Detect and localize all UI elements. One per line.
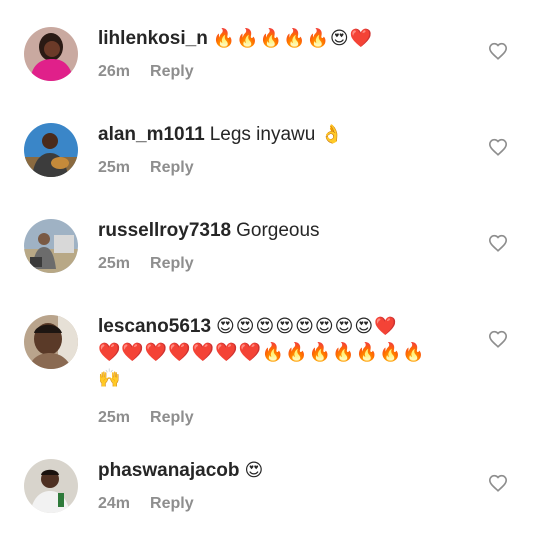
comment-meta: 24m Reply <box>98 494 466 514</box>
comment-username[interactable]: lescano5613 <box>98 316 211 337</box>
avatar-man-selfie-icon <box>24 315 78 369</box>
comment-text: Gorgeous <box>236 220 320 241</box>
comment-emoji-line2: ❤️❤️❤️❤️❤️❤️❤️🔥🔥🔥🔥🔥🔥🔥 <box>98 342 426 363</box>
comment-username[interactable]: russellroy7318 <box>98 220 231 241</box>
like-button[interactable] <box>488 474 510 494</box>
comment-emoji-line3: 🙌 <box>98 368 122 389</box>
like-button[interactable] <box>488 330 510 350</box>
comment-emoji: 👌 <box>320 124 345 145</box>
comment-emoji: 😍😍😍😍😍😍😍😍❤️ <box>216 316 398 337</box>
reply-button[interactable]: Reply <box>150 255 194 272</box>
avatar[interactable] <box>24 27 78 81</box>
like-button[interactable] <box>488 138 510 158</box>
comment-timestamp: 26m <box>98 63 131 80</box>
like-button[interactable] <box>488 234 510 254</box>
avatar[interactable] <box>24 315 78 369</box>
comment-username[interactable]: lihlenkosi_n <box>98 28 208 49</box>
comments-list: lihlenkosi_n 🔥🔥🔥🔥🔥😍❤️ 26m Reply alan_m10… <box>0 0 540 547</box>
comment-emoji: 🔥🔥🔥🔥🔥😍❤️ <box>212 28 374 49</box>
heart-outline-icon <box>488 330 508 348</box>
comment-timestamp: 25m <box>98 255 131 272</box>
comment-meta: 25m Reply <box>98 408 466 428</box>
heart-outline-icon <box>488 42 508 60</box>
avatar-man-blue-background-icon <box>24 123 78 177</box>
comment-emoji: 😍 <box>244 460 265 481</box>
reply-button[interactable]: Reply <box>150 159 194 176</box>
avatar[interactable] <box>24 459 78 513</box>
comment-meta: 26m Reply <box>98 62 466 82</box>
comment-meta: 25m Reply <box>98 158 466 178</box>
avatar-outdoor-photo-icon <box>24 219 78 273</box>
comment-timestamp: 25m <box>98 159 131 176</box>
reply-button[interactable]: Reply <box>150 495 194 512</box>
avatar-woman-pink-top-icon <box>24 27 78 81</box>
heart-outline-icon <box>488 138 508 156</box>
comment-username[interactable]: alan_m1011 <box>98 124 205 145</box>
reply-button[interactable]: Reply <box>150 63 194 80</box>
heart-outline-icon <box>488 234 508 252</box>
reply-button[interactable]: Reply <box>150 409 194 426</box>
comment-username[interactable]: phaswanajacob <box>98 460 240 481</box>
comment-text: Legs inyawu <box>209 124 316 145</box>
comment-timestamp: 25m <box>98 409 131 426</box>
avatar[interactable] <box>24 123 78 177</box>
avatar-man-white-shirt-icon <box>24 459 78 513</box>
comment-timestamp: 24m <box>98 495 131 512</box>
avatar[interactable] <box>24 219 78 273</box>
like-button[interactable] <box>488 42 510 62</box>
comment-meta: 25m Reply <box>98 254 466 274</box>
heart-outline-icon <box>488 474 508 492</box>
